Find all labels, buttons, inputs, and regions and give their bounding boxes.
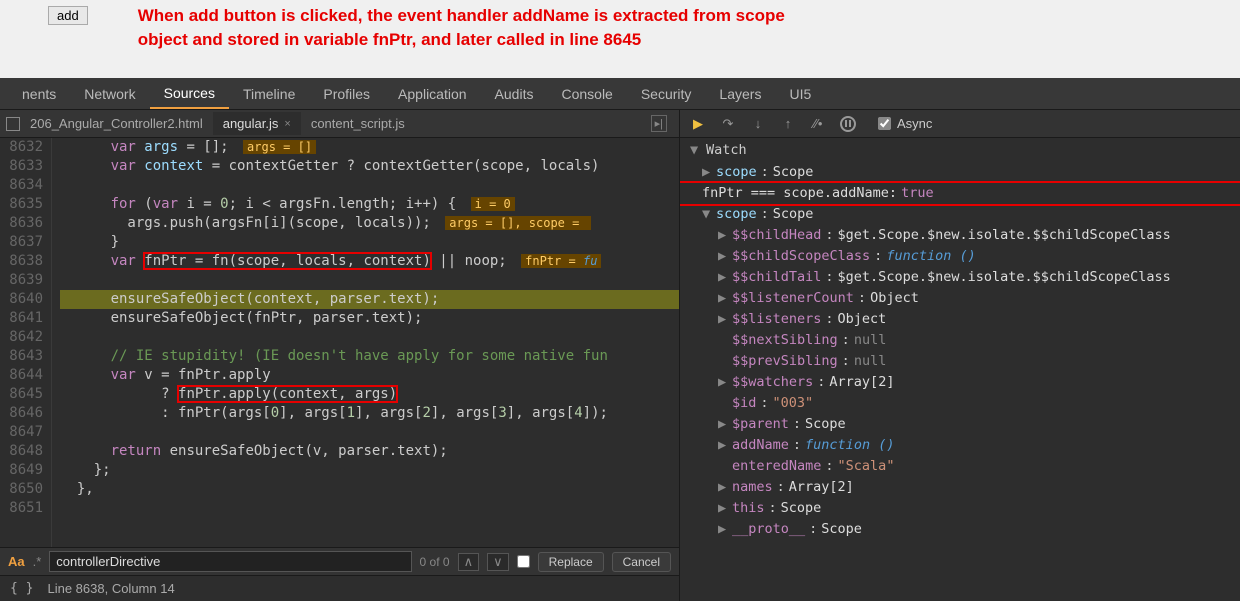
tab-audits[interactable]: Audits [481,80,548,108]
scope-property[interactable]: ▶$$listenerCount: Object [680,288,1240,309]
scope-property[interactable]: ▶$$watchers: Array[2] [680,372,1240,393]
code-line: return ensureSafeObject(v, parser.text); [60,442,679,461]
line-gutter: 863286338634 863586368637 863886398640 8… [0,138,52,547]
step-over-icon[interactable]: ↷ [720,116,736,132]
chevron-down-icon: ▼ [702,205,712,224]
page-topbar: add When add button is clicked, the even… [0,0,1240,78]
code-lines: var args = []; args = [] var context = c… [52,138,679,547]
tab-console[interactable]: Console [547,80,626,108]
cancel-button[interactable]: Cancel [612,552,671,572]
watch-expression-highlighted[interactable]: fnPtr === scope.addName: true [680,183,1240,204]
toggle-sidebar-icon[interactable]: ▸| [651,115,667,132]
search-count: 0 of 0 [420,555,450,569]
code-line [60,271,679,290]
code-line: var v = fnPtr.apply [60,366,679,385]
file-tab-angular[interactable]: angular.js× [213,112,301,135]
tab-layers[interactable]: Layers [705,80,775,108]
devtools-tabs: nents Network Sources Timeline Profiles … [0,78,1240,110]
code-line: ensureSafeObject(fnPtr, parser.text); [60,309,679,328]
tab-security[interactable]: Security [627,80,706,108]
replace-checkbox[interactable] [517,555,530,568]
scope-property[interactable]: ▶$$childTail: $get.Scope.$new.isolate.$$… [680,267,1240,288]
resume-icon[interactable]: ▶ [690,116,706,132]
step-out-icon[interactable]: ↑ [780,116,796,132]
code-line: } [60,233,679,252]
code-panel: 206_Angular_Controller2.html angular.js×… [0,110,680,601]
code-line: ? fnPtr.apply(context, args) [60,385,679,404]
scope-property[interactable]: ▶addName: function () [680,435,1240,456]
tab-profiles[interactable]: Profiles [309,80,384,108]
code-line: args.push(argsFn[i](scope, locals)); arg… [60,214,679,233]
debugger-panel: ▶ ↷ ↓ ↑ ⁄⁄• Async ▼ Watch ▶ scope: Scope… [680,110,1240,601]
tab-network[interactable]: Network [70,80,149,108]
code-editor[interactable]: 863286338634 863586368637 863886398640 8… [0,138,679,547]
tab-elements[interactable]: nents [8,80,70,108]
file-tabs: 206_Angular_Controller2.html angular.js×… [0,110,679,138]
annotation-text: When add button is clicked, the event ha… [138,4,785,52]
scope-property[interactable]: enteredName: "Scala" [680,456,1240,477]
code-line: : fnPtr(args[0], args[1], args[2], args[… [60,404,679,423]
scope-property[interactable]: ▶__proto__: Scope [680,519,1240,540]
scope-property[interactable]: ▶$$listeners: Object [680,309,1240,330]
file-tab-contentscript[interactable]: content_script.js [301,112,415,135]
deactivate-breakpoints-icon[interactable]: ⁄⁄• [810,116,826,132]
watch-expression[interactable]: ▶ scope: Scope [680,162,1240,183]
chevron-right-icon: ▶ [702,163,712,182]
case-toggle[interactable]: Aa [8,554,25,569]
scope-property[interactable]: $$nextSibling: null [680,330,1240,351]
search-prev[interactable]: ∧ [458,553,480,571]
code-line: }, [60,480,679,499]
search-input[interactable] [49,551,411,572]
code-line: // IE stupidity! (IE doesn't have apply … [60,347,679,366]
replace-button[interactable]: Replace [538,552,604,572]
async-checkbox[interactable]: Async [878,116,932,131]
tab-timeline[interactable]: Timeline [229,80,309,108]
code-line: }; [60,461,679,480]
file-tab-controller[interactable]: 206_Angular_Controller2.html [20,112,213,135]
watch-section: ▼ Watch ▶ scope: Scope fnPtr === scope.a… [680,138,1240,601]
code-line: var args = []; args = [] [60,138,679,157]
step-into-icon[interactable]: ↓ [750,116,766,132]
code-line [60,328,679,347]
scope-property[interactable]: $$prevSibling: null [680,351,1240,372]
search-bar: Aa .* 0 of 0 ∧ ∨ Replace Cancel [0,547,679,575]
pause-exceptions-icon[interactable] [840,116,856,132]
scope-property[interactable]: ▶this: Scope [680,498,1240,519]
chevron-down-icon: ▼ [690,142,700,158]
code-line [60,176,679,195]
search-next[interactable]: ∨ [487,553,509,571]
debug-toolbar: ▶ ↷ ↓ ↑ ⁄⁄• Async [680,110,1240,138]
scope-property[interactable]: ▶$$childScopeClass: function () [680,246,1240,267]
regex-toggle[interactable]: .* [33,554,42,569]
close-icon[interactable]: × [284,118,290,130]
watch-header[interactable]: ▼ Watch [680,138,1240,162]
navigator-icon[interactable] [6,117,20,131]
code-line: var context = contextGetter ? contextGet… [60,157,679,176]
scope-property[interactable]: $id: "003" [680,393,1240,414]
scope-property[interactable]: ▶$$childHead: $get.Scope.$new.isolate.$$… [680,225,1240,246]
status-bar: { } Line 8638, Column 14 [0,575,679,601]
scope-property[interactable]: ▶$parent: Scope [680,414,1240,435]
watch-expression[interactable]: ▼ scope: Scope [680,204,1240,225]
code-line [60,423,679,442]
pretty-print-icon[interactable]: { } [10,581,33,596]
tab-sources[interactable]: Sources [150,79,229,109]
code-line: var fnPtr = fn(scope, locals, context) |… [60,252,679,271]
code-line-highlighted: ensureSafeObject(context, parser.text); [60,290,679,309]
add-button[interactable]: add [48,6,88,25]
code-line: for (var i = 0; i < argsFn.length; i++) … [60,195,679,214]
scope-property[interactable]: ▶names: Array[2] [680,477,1240,498]
tab-ui5[interactable]: UI5 [775,80,825,108]
tab-application[interactable]: Application [384,80,481,108]
code-line [60,499,679,518]
cursor-position: Line 8638, Column 14 [47,581,174,596]
